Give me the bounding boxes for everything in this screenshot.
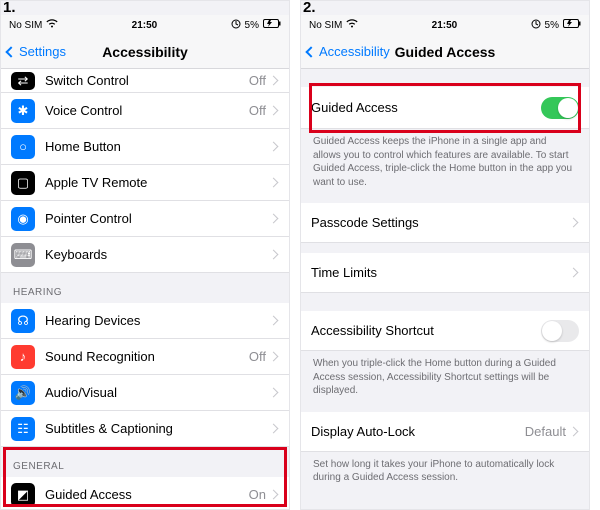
orientation-lock-icon [531, 19, 541, 32]
ear-icon: ☊ [11, 309, 35, 333]
back-label: Settings [19, 44, 66, 59]
row-label: Subtitles & Captioning [45, 421, 270, 436]
pointer-icon: ◉ [11, 207, 35, 231]
chevron-right-icon [269, 214, 279, 224]
sound-icon: ♪ [11, 345, 35, 369]
pane-number-1: 1. [3, 0, 16, 16]
status-bar: No SIM 21:50 5% [301, 15, 589, 35]
chevron-right-icon [269, 388, 279, 398]
row-label: Voice Control [45, 103, 249, 118]
group-header-general: GENERAL [1, 447, 289, 477]
toggle-guided-access[interactable] [541, 97, 579, 119]
list-row[interactable]: ⇄ Switch ControlOff [1, 69, 289, 93]
footer-autolock: Set how long it takes your iPhone to aut… [301, 452, 589, 489]
row-label: Home Button [45, 139, 270, 154]
row-label: Passcode Settings [311, 215, 570, 230]
row-label: Guided Access [45, 487, 249, 502]
back-button[interactable]: Accessibility [307, 44, 390, 59]
chevron-right-icon [269, 142, 279, 152]
audio-icon: 🔊 [11, 381, 35, 405]
pane-accessibility: 1. No SIM 21:50 5% Settings Accessibilit… [0, 0, 290, 510]
list-row[interactable]: ○ Home Button [1, 129, 289, 165]
list-row[interactable]: ▢ Apple TV Remote [1, 165, 289, 201]
footer-shortcut: When you triple-click the Home button du… [301, 351, 589, 402]
chevron-left-icon [305, 46, 316, 57]
status-time: 21:50 [132, 20, 158, 31]
list-row[interactable]: ☷ Subtitles & Captioning [1, 411, 289, 447]
row-value: Off [249, 103, 266, 118]
back-button[interactable]: Settings [7, 44, 66, 59]
home-icon: ○ [11, 135, 35, 159]
carrier-text: No SIM [9, 20, 42, 31]
list-row[interactable]: ✱ Voice ControlOff [1, 93, 289, 129]
row-label: Audio/Visual [45, 385, 270, 400]
guided-icon: ◩ [11, 483, 35, 507]
chevron-right-icon [269, 76, 279, 86]
chevron-right-icon [269, 250, 279, 260]
row-label: Display Auto-Lock [311, 424, 525, 439]
row-guided-access-toggle[interactable]: Guided Access [301, 87, 589, 129]
row-value: Off [249, 349, 266, 364]
appletv-icon: ▢ [11, 171, 35, 195]
content-left[interactable]: ⇄Switch ControlOff✱Voice ControlOff○Home… [1, 69, 289, 509]
status-bar: No SIM 21:50 5% [1, 15, 289, 35]
chevron-right-icon [269, 316, 279, 326]
row-value: Default [525, 424, 566, 439]
chevron-right-icon [269, 424, 279, 434]
content-right[interactable]: Guided Access Guided Access keeps the iP… [301, 69, 589, 509]
back-label: Accessibility [319, 44, 390, 59]
chevron-right-icon [269, 178, 279, 188]
group-header-hearing: HEARING [1, 273, 289, 303]
list-row[interactable]: ☊ Hearing Devices [1, 303, 289, 339]
pane-number-2: 2. [303, 0, 316, 16]
toggle-accessibility-shortcut[interactable] [541, 320, 579, 342]
row-label: Pointer Control [45, 211, 270, 226]
row-label: Apple TV Remote [45, 175, 270, 190]
battery-icon [563, 19, 581, 31]
row-label: Keyboards [45, 247, 270, 262]
row-label: Hearing Devices [45, 313, 270, 328]
nav-bar: Settings Accessibility [1, 35, 289, 69]
row-value: On [249, 487, 266, 502]
switch-icon: ⇄ [11, 72, 35, 90]
chevron-left-icon [5, 46, 16, 57]
battery-pct: 5% [545, 20, 559, 31]
battery-pct: 5% [245, 20, 259, 31]
status-time: 21:50 [432, 20, 458, 31]
row-label: Guided Access [311, 100, 541, 115]
list-row[interactable]: ◩ Guided AccessOn [1, 477, 289, 509]
row-label: Sound Recognition [45, 349, 249, 364]
list-row[interactable]: Time Limits [301, 253, 589, 293]
row-display-autolock[interactable]: Display Auto-Lock Default [301, 412, 589, 452]
chevron-right-icon [569, 268, 579, 278]
chevron-right-icon [269, 106, 279, 116]
chevron-right-icon [569, 426, 579, 436]
list-row[interactable]: ◉ Pointer Control [1, 201, 289, 237]
wifi-icon [46, 19, 58, 31]
list-row[interactable]: ⌨ Keyboards [1, 237, 289, 273]
row-label: Switch Control [45, 73, 249, 88]
subtitles-icon: ☷ [11, 417, 35, 441]
footer-guided-access: Guided Access keeps the iPhone in a sing… [301, 129, 589, 193]
row-value: Off [249, 73, 266, 88]
voice-icon: ✱ [11, 99, 35, 123]
list-row[interactable]: ♪ Sound RecognitionOff [1, 339, 289, 375]
carrier-text: No SIM [309, 20, 342, 31]
list-row[interactable]: Passcode Settings [301, 203, 589, 243]
row-accessibility-shortcut[interactable]: Accessibility Shortcut [301, 311, 589, 351]
chevron-right-icon [269, 352, 279, 362]
row-label: Time Limits [311, 265, 570, 280]
chevron-right-icon [569, 218, 579, 228]
pane-guided-access: 2. No SIM 21:50 5% Accessibility Guided … [300, 0, 590, 510]
keyboard-icon: ⌨ [11, 243, 35, 267]
wifi-icon [346, 19, 358, 31]
battery-icon [263, 19, 281, 31]
chevron-right-icon [269, 490, 279, 500]
orientation-lock-icon [231, 19, 241, 32]
list-row[interactable]: 🔊 Audio/Visual [1, 375, 289, 411]
nav-bar: Accessibility Guided Access [301, 35, 589, 69]
row-label: Accessibility Shortcut [311, 323, 541, 338]
